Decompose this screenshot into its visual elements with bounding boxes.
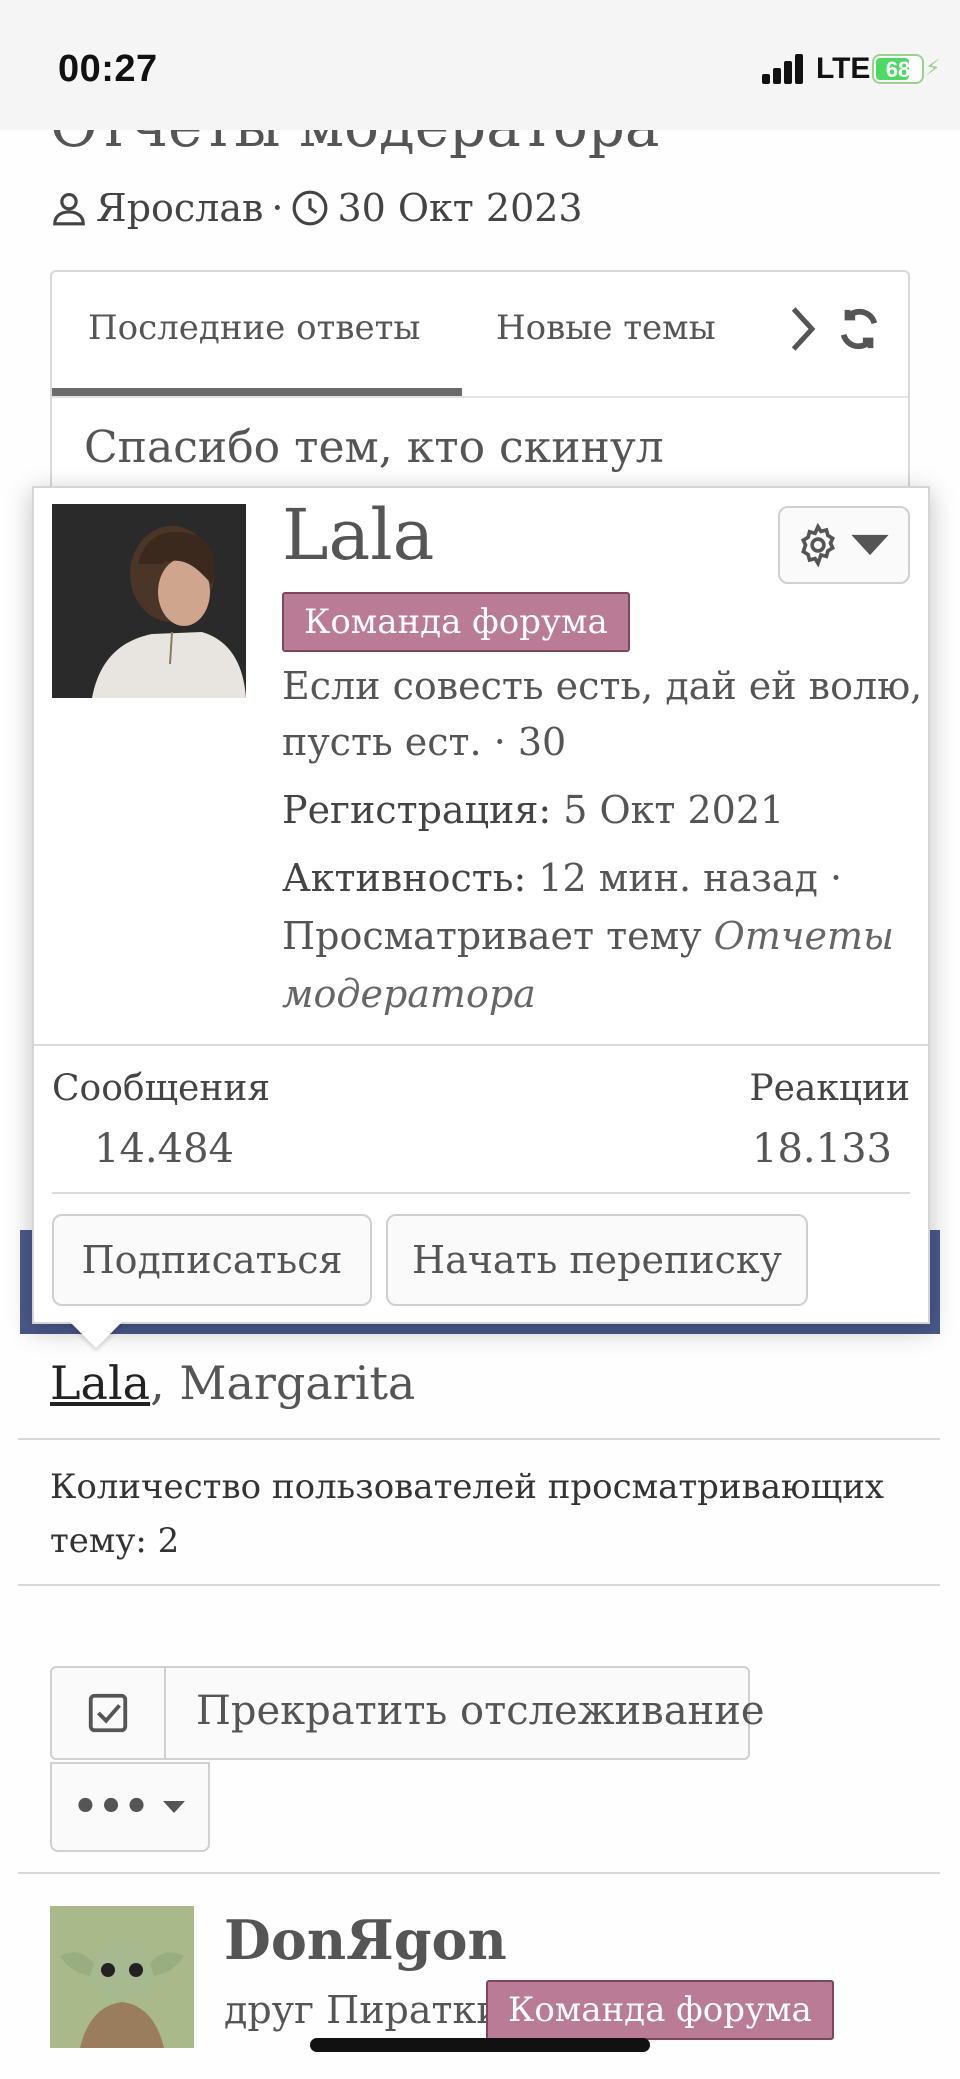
active-tab-indicator [52,388,462,396]
registration-label: Регистрация: [282,788,552,832]
widget-tabs: Последние ответы Новые темы [52,272,908,398]
battery-icon: 68 [872,54,924,84]
divider [18,1872,940,1874]
network-type: LTE [816,52,871,85]
thread-meta: Ярослав · 30 Окт 2023 [50,186,583,230]
post-author-avatar[interactable] [50,1906,194,2048]
tooltip-divider [34,1044,928,1046]
messages-value[interactable]: 14.484 [94,1126,234,1172]
registration-value: 5 Окт 2021 [563,788,785,832]
viewer-link-lala[interactable]: Lala [50,1356,150,1410]
clock-icon [293,190,328,226]
member-status-line2: пусть ест. · 30 [282,720,567,764]
thread-author[interactable]: Ярослав [96,186,263,230]
reactions-label: Реакции [749,1068,910,1109]
meta-separator: · [271,186,284,230]
member-activity-line2: Просматривает тему Отчеты [282,914,894,958]
more-options-button[interactable]: ••• [50,1762,210,1852]
activity-prefix: Просматривает тему [282,914,702,958]
divider [18,1438,940,1440]
activity-topic-link-2[interactable]: модератора [282,972,536,1016]
status-bar: 00:27 LTE 68 ⚡ [0,0,960,130]
unwatch-button[interactable]: Прекратить отслеживание [50,1666,765,1760]
member-status-line1: Если совесть есть, дай ей волю, [282,664,923,708]
activity-value: 12 мин. назад · [538,856,843,900]
caret-down-icon [163,1801,186,1813]
tab-new-threads[interactable]: Новые темы [496,308,716,348]
member-tooltip: Lala Команда форума Если совесть есть, д… [32,486,930,1324]
member-activity-line3: модератора [282,972,536,1016]
battery-percent: 68 [885,57,911,82]
unwatch-label: Прекратить отслеживание [196,1688,765,1734]
post-author-badge: Команда форума [486,1980,834,2040]
gear-icon [800,523,836,567]
viewer-names-rest: , Margarita [150,1356,416,1410]
viewers-list: Lala, Margarita [50,1356,415,1410]
tooltip-arrow [68,1320,124,1348]
follow-button[interactable]: Подписаться [52,1214,372,1306]
activity-label: Активность: [282,856,527,900]
home-indicator [310,2038,650,2052]
status-time: 00:27 [58,48,158,90]
messages-label: Сообщения [52,1068,271,1109]
ellipsis-icon: ••• [72,1784,150,1830]
member-activity: Активность: 12 мин. назад · [282,856,842,900]
reactions-value[interactable]: 18.133 [752,1126,892,1172]
thread-date: 30 Окт 2023 [337,186,583,230]
member-registration: Регистрация: 5 Окт 2021 [282,788,784,832]
signal-icon [762,54,806,84]
member-username[interactable]: Lala [282,494,434,576]
checkbox-checked-icon [52,1668,166,1758]
tooltip-divider-2 [52,1192,910,1194]
caret-down-icon [851,534,889,556]
post-author-title: друг Пиратки [224,1988,502,2032]
widget-preview-text[interactable]: Спасибо тем, кто скинул [84,422,664,473]
user-icon [53,192,85,226]
member-avatar[interactable] [52,504,246,698]
post-author-name[interactable]: DonЯgon [224,1908,507,1972]
viewers-count: Количество пользователей просматривающих… [50,1467,885,1561]
member-actions-button[interactable] [778,506,910,584]
divider [18,1584,940,1586]
tab-latest-replies[interactable]: Последние ответы [88,308,420,348]
activity-topic-link[interactable]: Отчеты [714,914,894,958]
chevron-right-icon[interactable] [782,304,822,354]
member-badge: Команда форума [282,592,630,652]
refresh-icon[interactable] [836,306,882,352]
charging-bolt-icon: ⚡ [925,56,941,81]
start-conversation-button[interactable]: Начать переписку [386,1214,808,1306]
